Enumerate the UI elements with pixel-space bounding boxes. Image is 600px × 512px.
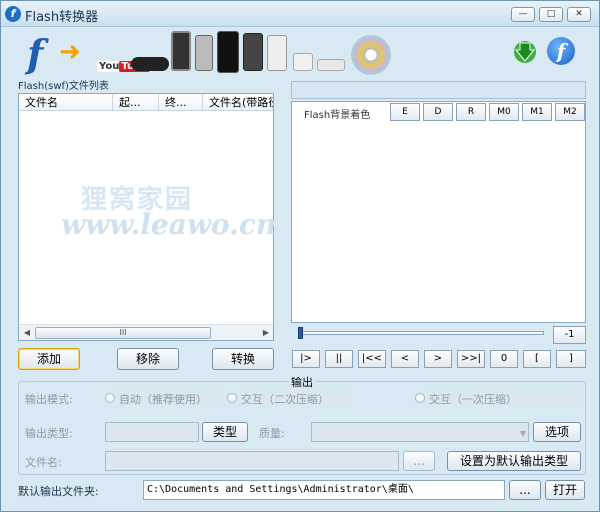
prev-frame-button[interactable]: < (391, 350, 419, 368)
quality-label: 质量: (259, 427, 285, 440)
mark-out-button[interactable]: ] (556, 350, 586, 368)
maximize-button[interactable]: □ (539, 7, 563, 22)
mode-interactive1-radio[interactable] (415, 393, 425, 403)
title-bar: f Flash转换器 — □ ✕ (1, 1, 599, 27)
column-filepath[interactable]: 文件名(带路径) (203, 94, 273, 111)
dvd-disc-icon (351, 35, 391, 75)
toolbar-e-button[interactable]: E (390, 103, 420, 121)
output-type-label: 输出类型: (25, 427, 73, 440)
youtube-you: You (99, 61, 120, 72)
watermark-url: www.leawo.cn (61, 208, 277, 241)
scroll-left-icon[interactable]: ◀ (22, 328, 32, 338)
bg-color-label: Flash背景着色 (304, 110, 371, 121)
ipod-small-device-icon (293, 53, 313, 71)
column-end[interactable]: 终... (159, 94, 203, 111)
column-filename[interactable]: 文件名 (19, 94, 113, 111)
horizontal-scrollbar[interactable]: ◀ III ▶ (19, 324, 273, 340)
mode-interactive1-label: 交互（一次压缩） (429, 391, 579, 406)
mode-auto-label: 自动（推荐使用） (119, 391, 219, 406)
toolbar-r-button[interactable]: R (456, 103, 486, 121)
first-frame-button[interactable]: |<< (358, 350, 386, 368)
phone-device-icon (195, 35, 213, 71)
output-group-title: 输出 (289, 374, 315, 390)
close-button[interactable]: ✕ (567, 7, 591, 22)
last-frame-button[interactable]: >>| (457, 350, 485, 368)
zero-button[interactable]: 0 (490, 350, 518, 368)
play-button[interactable]: |> (292, 350, 320, 368)
toolbar-m1-button[interactable]: M1 (522, 103, 552, 121)
default-folder-label: 默认输出文件夹: (18, 485, 99, 498)
default-folder-browse-button[interactable]: ... (509, 480, 541, 500)
remove-button[interactable]: 移除 (117, 348, 179, 370)
walkman-device-icon (217, 31, 239, 73)
options-button[interactable]: 选项 (533, 422, 581, 442)
toolbar-d-button[interactable]: D (423, 103, 453, 121)
mark-in-button[interactable]: [ (523, 350, 551, 368)
filename-field[interactable] (105, 451, 399, 471)
psp-device-icon (131, 57, 169, 71)
scroll-thumb[interactable]: III (35, 327, 211, 339)
toolbar-m2-button[interactable]: M2 (555, 103, 585, 121)
filename-label: 文件名: (25, 456, 62, 469)
timeline-slider-thumb[interactable] (298, 327, 303, 339)
flash-app-icon: f (5, 6, 21, 22)
toolbar-m0-button[interactable]: M0 (489, 103, 519, 121)
add-button[interactable]: 添加 (18, 348, 80, 370)
next-frame-button[interactable]: > (424, 350, 452, 368)
ipod-device-icon (267, 35, 287, 71)
frame-counter[interactable]: -1 (553, 326, 586, 344)
set-default-output-button[interactable]: 设置为默认输出类型 (447, 451, 581, 471)
mobile-device-icon (243, 33, 263, 71)
convert-button[interactable]: 转换 (212, 348, 274, 370)
minimize-button[interactable]: — (511, 7, 535, 22)
type-button[interactable]: 类型 (202, 422, 248, 442)
default-folder-path[interactable]: C:\Documents and Settings\Administrator\… (143, 480, 505, 500)
preview-pane[interactable]: Flash背景着色 E D R M0 M1 M2 (291, 101, 586, 323)
quality-select[interactable]: ▼ (311, 422, 529, 442)
mode-interactive2-label: 交互（二次压缩） (241, 391, 351, 406)
device-banner: f ➜ YouTube f (15, 31, 587, 79)
open-folder-button[interactable]: 打开 (545, 480, 585, 500)
chevron-down-icon: ▼ (519, 429, 526, 438)
appletv-device-icon (317, 59, 345, 71)
main-window: f Flash转换器 — □ ✕ f ➜ YouTube f Flash(swf… (0, 0, 600, 512)
output-mode-label: 输出模式: (25, 393, 73, 406)
scroll-right-icon[interactable]: ▶ (261, 328, 271, 338)
flash-help-icon[interactable]: f (547, 37, 575, 65)
column-start[interactable]: 起... (113, 94, 159, 111)
mode-auto-radio[interactable] (105, 393, 115, 403)
file-list-label: Flash(swf)文件列表 (18, 81, 109, 92)
flash-logo-icon: f (27, 31, 44, 76)
output-type-field[interactable] (105, 422, 199, 442)
curved-arrow-icon: ➜ (59, 37, 81, 67)
filename-browse-button[interactable]: ... (403, 451, 435, 471)
mode-interactive2-radio[interactable] (227, 393, 237, 403)
preview-info-bar (291, 81, 586, 99)
timeline-slider[interactable] (300, 331, 544, 335)
download-globe-icon[interactable] (512, 37, 538, 67)
pause-button[interactable]: || (325, 350, 353, 368)
iphone-device-icon (171, 31, 191, 71)
window-title: Flash转换器 (25, 10, 99, 25)
